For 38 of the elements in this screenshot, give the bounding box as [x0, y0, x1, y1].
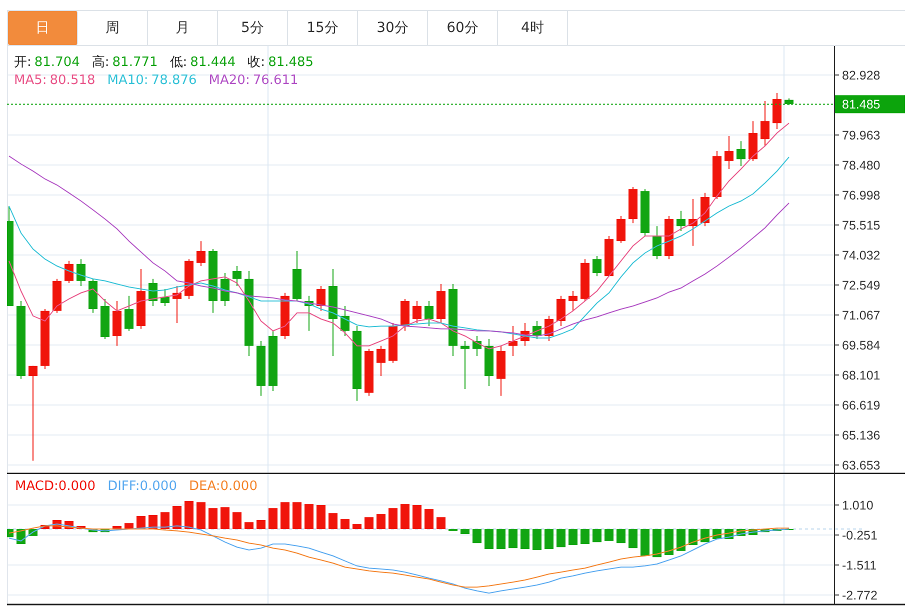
legend-label: 收:: [248, 54, 266, 72]
legend-value: 80.518: [50, 72, 96, 90]
legend-label: MA10:: [107, 72, 148, 90]
axis-label: -0.251: [842, 528, 878, 543]
axis-label: 1.010: [842, 498, 874, 512]
axis-label: 82.928: [842, 68, 880, 82]
axis-label: 66.619: [842, 398, 880, 412]
axis-label: 76.998: [842, 188, 880, 202]
axis-label: 75.515: [842, 218, 880, 232]
axis-label: 78.480: [842, 158, 880, 172]
legend-label: 高:: [92, 54, 110, 72]
legend-value: 0.000: [58, 479, 96, 494]
legend-value: 81.704: [34, 54, 80, 72]
axis-label: -1.511: [842, 558, 877, 572]
legend-value: 76.611: [252, 72, 298, 90]
axis-label: 79.963: [842, 128, 880, 142]
legend-value: 78.876: [151, 72, 197, 90]
legend-label: DIFF:: [108, 479, 140, 494]
legend-label: 低:: [170, 54, 188, 72]
axis-label: 74.032: [842, 248, 880, 262]
axis-label: 65.136: [842, 428, 880, 442]
axis-label: 63.653: [842, 458, 880, 472]
legend-value: 0.000: [220, 479, 258, 494]
price-label: 81.485: [842, 98, 880, 112]
legend-value: 81.444: [190, 54, 236, 72]
axis-label: 69.584: [842, 338, 880, 352]
axis-label: 71.067: [842, 308, 880, 322]
axis-label: 72.549: [842, 278, 880, 292]
legend-value: 0.000: [140, 479, 177, 494]
legend-value: 81.485: [268, 54, 314, 72]
legend-label: MA20:: [208, 72, 250, 90]
legend-label: MACD:: [15, 479, 58, 494]
legend-label: 开:: [14, 54, 32, 72]
axis-label: -2.772: [842, 588, 878, 602]
legend-label: DEA:: [188, 479, 220, 494]
legend-label: MA5:: [14, 72, 47, 90]
axis-label: 68.101: [842, 368, 880, 382]
legend-value: 81.771: [112, 54, 158, 72]
